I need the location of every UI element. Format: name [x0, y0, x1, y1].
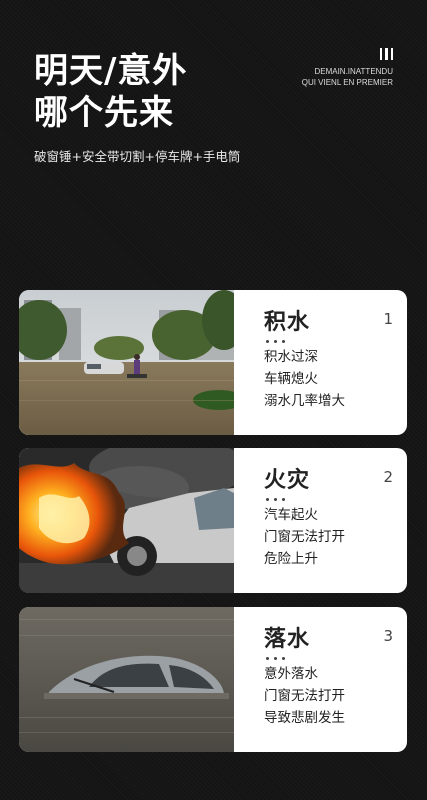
scenario-card-submerged: 落水 3 意外落水 门窗无法打开 导致悲剧发生 [19, 607, 407, 752]
card-number: 1 [383, 310, 393, 328]
dots-divider [266, 657, 407, 660]
page-title: 明天/意外 哪个先来 [34, 50, 187, 134]
title-line-2: 哪个先来 [34, 93, 174, 133]
dots-divider [266, 498, 407, 501]
card-number: 2 [383, 468, 393, 486]
burning-car-photo [19, 448, 234, 593]
flooded-street-photo [19, 290, 234, 435]
card-line: 汽车起火 [264, 507, 318, 523]
brand-line-1: DEMAIN.INATTENDU [314, 67, 393, 76]
scenario-card-flood: 积水 1 积水过深 车辆熄火 溺水几率增大 [19, 290, 407, 435]
card-info: 积水 1 积水过深 车辆熄火 溺水几率增大 [234, 290, 407, 435]
dots-divider [266, 340, 407, 343]
subtitle: 破窗锤+安全带切割+停车牌+手电筒 [34, 149, 241, 164]
three-bars-icon [302, 48, 393, 60]
brand-block: DEMAIN.INATTENDU QUI VIENL EN PREMIER [302, 48, 393, 88]
card-line: 积水过深 [264, 349, 318, 365]
card-line: 门窗无法打开 [264, 688, 345, 704]
card-info: 落水 3 意外落水 门窗无法打开 导致悲剧发生 [234, 607, 407, 752]
scenario-card-fire: 火灾 2 汽车起火 门窗无法打开 危险上升 [19, 448, 407, 593]
card-line: 危险上升 [264, 551, 318, 567]
card-line: 导致悲剧发生 [264, 710, 345, 726]
card-number: 3 [383, 627, 393, 645]
brand-line-2: QUI VIENL EN PREMIER [301, 78, 393, 87]
submerged-car-photo [19, 607, 234, 752]
card-line: 车辆熄火 [264, 371, 318, 387]
card-line: 意外落水 [264, 666, 318, 682]
card-line: 门窗无法打开 [264, 529, 345, 545]
card-info: 火灾 2 汽车起火 门窗无法打开 危险上升 [234, 448, 407, 593]
title-line-1: 明天/意外 [34, 51, 188, 91]
card-line: 溺水几率增大 [264, 393, 345, 409]
